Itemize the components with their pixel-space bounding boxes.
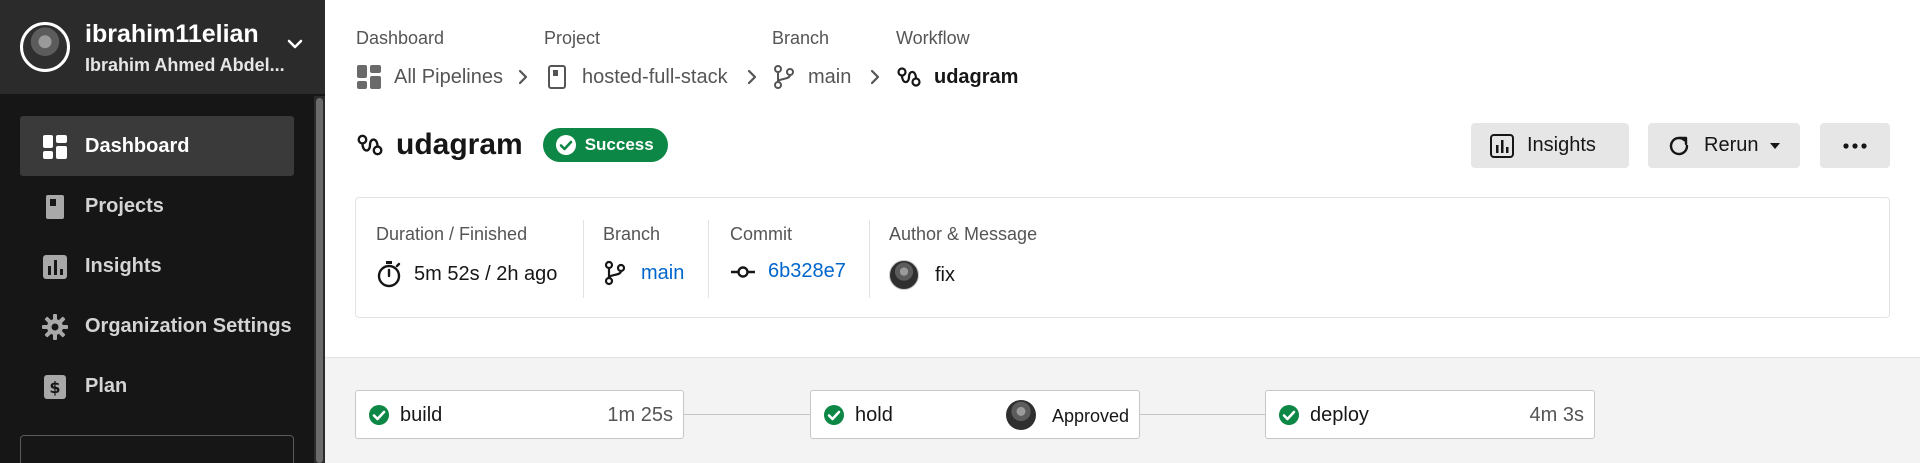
sidebar-item-projects[interactable]: Projects: [20, 176, 294, 236]
summary-divider: [583, 220, 584, 298]
breadcrumb-workflow: Workflow udagram: [896, 28, 1018, 88]
workflow-icon: [357, 134, 383, 156]
check-circle-icon: [369, 405, 389, 425]
workflow-icon: [897, 67, 921, 87]
job-duration: 1m 25s: [607, 404, 673, 426]
breadcrumb-value: hosted-full-stack: [582, 65, 728, 88]
user-full-name: Ibrahim Ahmed Abdel...: [85, 55, 285, 75]
sidebar: ibrahim11elian Ibrahim Ahmed Abdel... Da…: [0, 0, 325, 463]
commit-link[interactable]: 6b328e7: [768, 260, 846, 283]
commit-message: fix: [935, 263, 955, 286]
sidebar-item-plan[interactable]: $ Plan: [20, 356, 294, 416]
sidebar-item-label: Organization Settings: [85, 315, 292, 337]
more-horizontal-icon: [1843, 142, 1867, 149]
workflow-summary-card: Duration / Finished 5m 52s / 2h ago Bran…: [355, 197, 1890, 318]
summary-label: Branch: [603, 224, 661, 244]
insights-icon: [1490, 133, 1514, 158]
dollar-icon: $: [44, 375, 66, 399]
stopwatch-icon: [377, 261, 401, 288]
branch-icon: [774, 65, 794, 89]
caret-down-icon: [1770, 142, 1781, 149]
job-name: deploy: [1310, 404, 1369, 426]
job-connector: [684, 414, 811, 415]
breadcrumb-label: Dashboard: [356, 28, 445, 48]
gear-icon: [42, 314, 68, 340]
commit-icon: [731, 265, 755, 278]
author-avatar: [889, 260, 919, 290]
insights-button-label: Insights: [1527, 134, 1596, 156]
summary-label: Commit: [730, 224, 792, 244]
status-badge-label: Success: [584, 135, 654, 154]
branch-icon: [604, 260, 626, 286]
sidebar-nav: Dashboard Projects Insights Organization…: [20, 116, 294, 416]
breadcrumb-link-all-pipelines[interactable]: All Pipelines: [356, 64, 503, 90]
chevron-right-icon: [870, 69, 880, 85]
breadcrumb-label: Workflow: [896, 28, 970, 48]
breadcrumb-value: udagram: [934, 65, 1019, 88]
branch-link[interactable]: main: [641, 262, 684, 285]
approver-avatar: [1006, 400, 1036, 430]
breadcrumb-current-workflow: udagram: [896, 64, 1018, 90]
summary-author-value: fix: [889, 260, 955, 290]
sidebar-scrollbar-thumb[interactable]: [316, 98, 323, 463]
check-circle-icon: [1279, 405, 1299, 425]
summary-divider: [708, 220, 709, 298]
summary-branch-value: main: [603, 260, 684, 286]
workflow-title-row: udagram Success: [356, 128, 668, 162]
project-icon: [46, 195, 64, 219]
breadcrumb-value: main: [808, 65, 852, 88]
refresh-icon: [1669, 136, 1689, 155]
summary-duration-value: 5m 52s / 2h ago: [376, 260, 557, 288]
check-circle-icon: [824, 405, 844, 425]
dashboard-icon: [357, 65, 381, 89]
insights-button[interactable]: Insights: [1471, 123, 1629, 168]
summary-label: Author & Message: [889, 224, 1038, 244]
sidebar-item-insights[interactable]: Insights: [20, 236, 294, 296]
summary-label: Duration / Finished: [376, 224, 528, 244]
dashboard-icon: [43, 135, 67, 159]
user-menu[interactable]: ibrahim11elian Ibrahim Ahmed Abdel...: [0, 0, 325, 94]
breadcrumb-label: Project: [544, 28, 601, 48]
job-name: build: [400, 404, 443, 426]
duration-value: 5m 52s / 2h ago: [414, 262, 558, 285]
job-name: hold: [855, 404, 893, 426]
job-connector: [1139, 414, 1266, 415]
rerun-button[interactable]: Rerun: [1648, 123, 1800, 168]
sidebar-item-label: Plan: [85, 375, 128, 397]
job-build[interactable]: build 1m 25s: [355, 390, 684, 439]
breadcrumb-value: All Pipelines: [394, 65, 503, 88]
insights-icon: [43, 255, 67, 279]
summary-divider: [869, 220, 870, 298]
user-avatar: [20, 22, 70, 72]
svg-text:$: $: [49, 378, 60, 397]
sidebar-item-dashboard[interactable]: Dashboard: [20, 116, 294, 176]
job-deploy[interactable]: deploy 4m 3s: [1265, 390, 1595, 439]
chevron-right-icon: [747, 69, 757, 85]
breadcrumb-link-project[interactable]: hosted-full-stack: [544, 64, 728, 90]
user-name: ibrahim11elian: [85, 20, 259, 48]
breadcrumb-dashboard: Dashboard All Pipelines: [356, 28, 503, 89]
breadcrumb-label: Branch: [772, 28, 830, 48]
project-icon: [548, 65, 566, 89]
rerun-button-label: Rerun: [1704, 134, 1759, 156]
job-hold[interactable]: hold Approved: [810, 390, 1140, 439]
sidebar-item-organization-settings[interactable]: Organization Settings: [20, 296, 294, 356]
breadcrumb-branch: Branch main: [772, 28, 851, 89]
org-selector[interactable]: [20, 435, 294, 463]
sidebar-item-label: Projects: [85, 195, 164, 217]
sidebar-item-label: Dashboard: [85, 135, 190, 157]
page-title: udagram: [396, 128, 523, 161]
sidebar-item-label: Insights: [85, 255, 162, 277]
breadcrumb-link-branch[interactable]: main: [772, 64, 851, 90]
job-approval-status: Approved: [1051, 406, 1129, 426]
status-badge: Success: [542, 128, 668, 162]
chevron-down-icon[interactable]: [286, 38, 304, 50]
chevron-right-icon: [518, 69, 528, 85]
job-duration: 4m 3s: [1529, 404, 1584, 426]
more-options-button[interactable]: [1820, 123, 1890, 168]
summary-commit-value: 6b328e7: [730, 260, 846, 283]
check-circle-icon: [555, 135, 576, 155]
breadcrumb-project: Project hosted-full-stack: [544, 28, 728, 89]
